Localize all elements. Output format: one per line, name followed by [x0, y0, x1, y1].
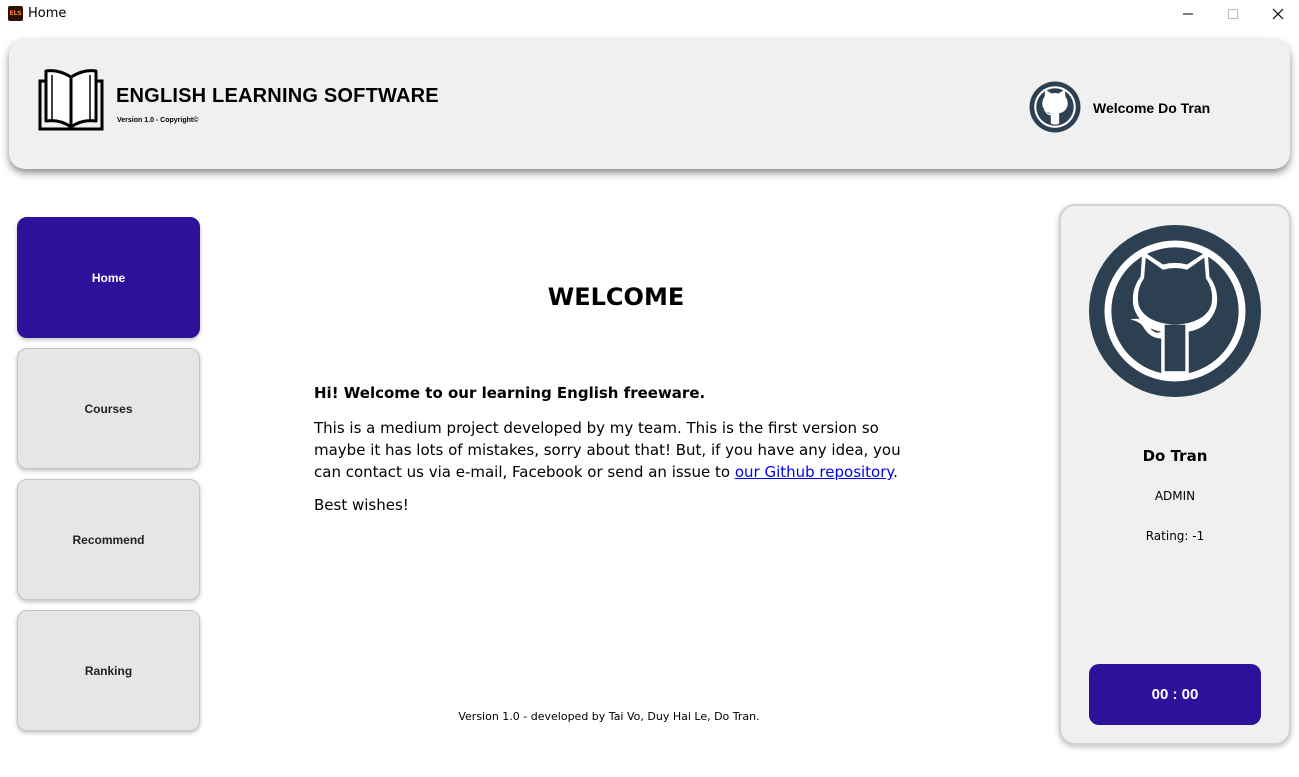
- github-repository-link[interactable]: our Github repository: [735, 463, 893, 481]
- profile-role: ADMIN: [1154, 489, 1196, 503]
- nav-recommend-button[interactable]: Recommend: [17, 479, 200, 600]
- profile-rating: Rating: -1: [1145, 529, 1205, 543]
- intro-body: This is a medium project developed by my…: [314, 417, 914, 483]
- closing-text: Best wishes!: [314, 496, 409, 514]
- timer-button[interactable]: 00 : 00: [1089, 664, 1261, 725]
- nav-courses-button[interactable]: Courses: [17, 348, 200, 469]
- close-icon: [1272, 8, 1284, 20]
- app-header: ENGLISH LEARNING SOFTWARE Version 1.0 - …: [9, 39, 1290, 169]
- minimize-button[interactable]: [1165, 0, 1211, 28]
- welcome-user-label: Welcome Do Tran: [1093, 100, 1211, 116]
- maximize-button[interactable]: [1210, 0, 1256, 28]
- app-icon: ELS: [8, 6, 23, 21]
- close-button[interactable]: [1255, 0, 1299, 28]
- minimize-icon: [1183, 13, 1193, 15]
- maximize-icon: [1228, 9, 1238, 19]
- github-octocat-icon[interactable]: [1029, 81, 1081, 133]
- intro-body-suffix: .: [893, 463, 898, 481]
- nav-home-button[interactable]: Home: [17, 217, 200, 338]
- intro-heading: Hi! Welcome to our learning English free…: [314, 384, 706, 402]
- app-name: ENGLISH LEARNING SOFTWARE: [116, 85, 439, 107]
- app-version: Version 1.0 - Copyright©: [117, 117, 199, 124]
- nav-ranking-button[interactable]: Ranking: [17, 610, 200, 731]
- window-title: Home: [28, 6, 67, 21]
- avatar: [1089, 225, 1261, 397]
- profile-panel: Do Tran ADMIN Rating: -1 00 : 00: [1059, 204, 1291, 745]
- footer-note: Version 1.0 - developed by Tai Vo, Duy H…: [458, 710, 760, 723]
- page-title: WELCOME: [547, 283, 685, 311]
- profile-name: Do Tran: [1142, 447, 1208, 465]
- window-title-bar: ELS Home: [0, 0, 1299, 28]
- open-book-icon: [38, 69, 104, 131]
